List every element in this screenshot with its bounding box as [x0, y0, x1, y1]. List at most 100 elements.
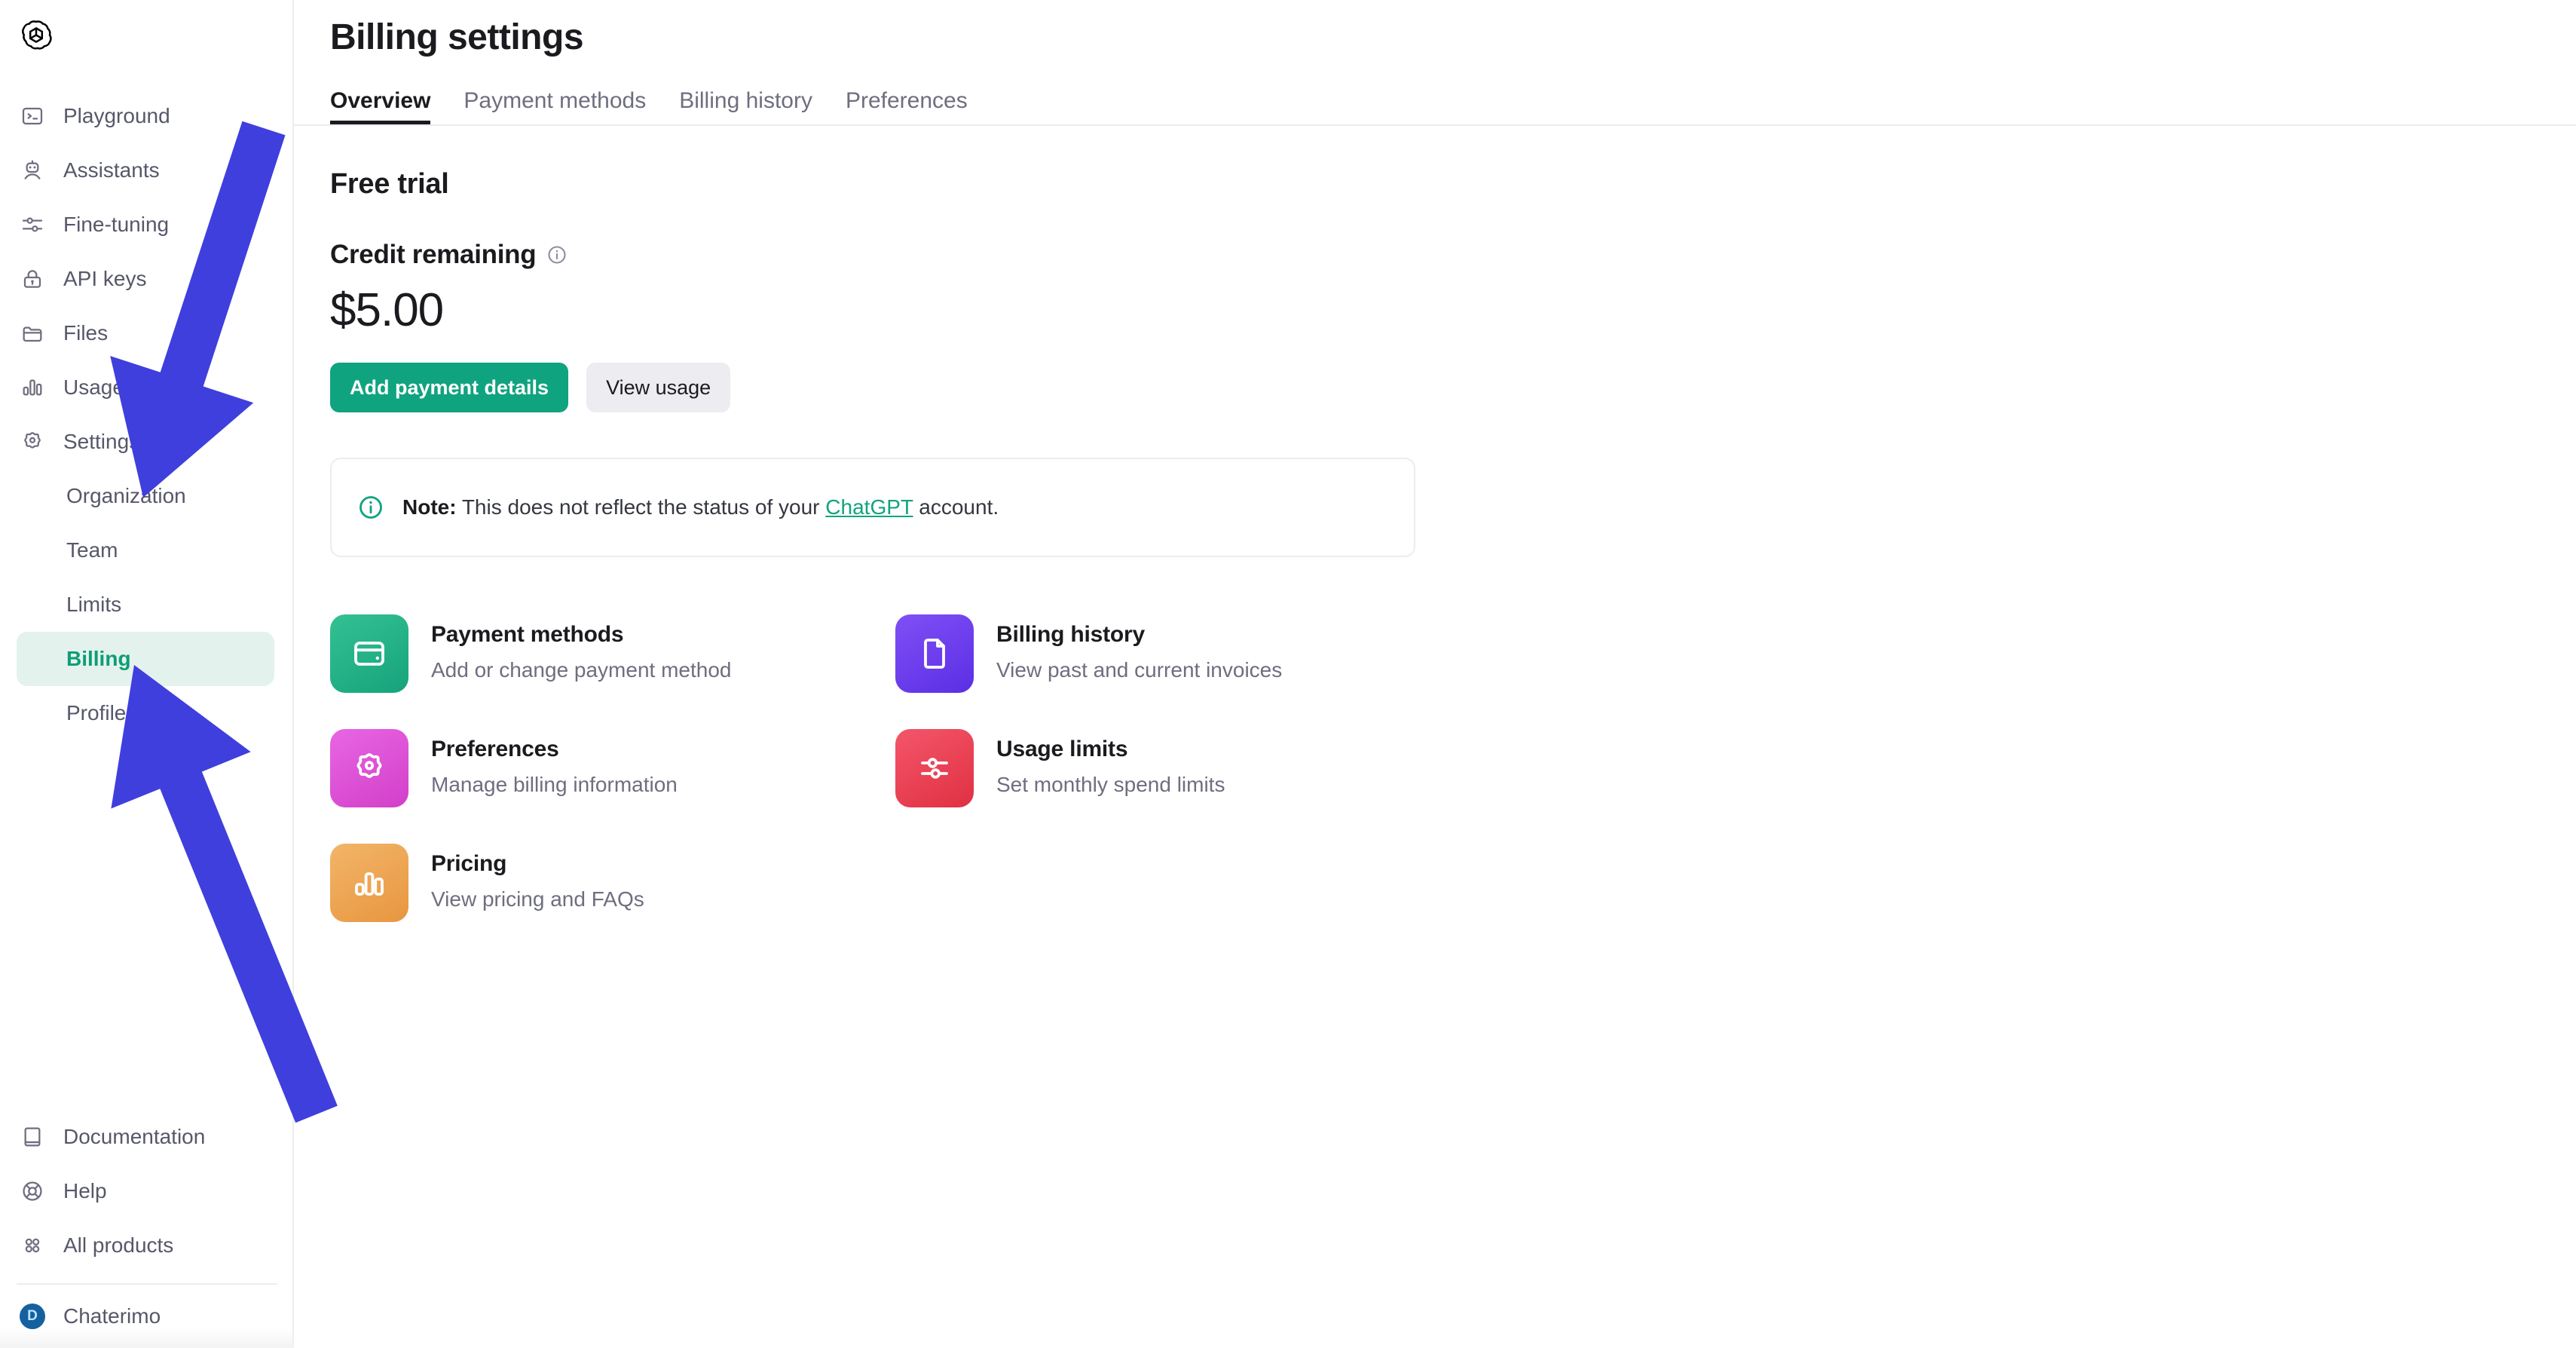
billing-settings-page: Playground Assistants Fine-tuning — [0, 0, 2576, 1348]
note-text-before: This does not reflect the status of your — [457, 495, 826, 519]
card-title: Preferences — [431, 737, 678, 762]
credit-remaining-row: Credit remaining — [330, 240, 2576, 270]
sidebar-item-fine-tuning[interactable]: Fine-tuning — [0, 198, 292, 252]
tab-bar: Overview Payment methods Billing history… — [294, 82, 2576, 124]
main-content: Billing settings Overview Payment method… — [294, 0, 2576, 1348]
sidebar-bottom-nav: Documentation Help All products — [0, 1110, 294, 1348]
tab-payment-methods[interactable]: Payment methods — [463, 90, 646, 124]
api-keys-icon — [20, 266, 45, 292]
openai-logo[interactable] — [0, 0, 292, 56]
files-icon — [20, 320, 45, 346]
sidebar-item-label: Usage — [63, 377, 124, 398]
sidebar-subitem-label: Profile — [66, 701, 126, 725]
sidebar-item-label: Documentation — [63, 1126, 205, 1147]
card-subtitle: Add or change payment method — [431, 658, 731, 682]
tab-label: Payment methods — [463, 88, 646, 113]
card-text: Preferences Manage billing information — [431, 729, 678, 797]
add-payment-details-button[interactable]: Add payment details — [330, 363, 568, 412]
sliders-icon — [895, 729, 974, 807]
sidebar-item-settings[interactable]: Settings — [0, 415, 292, 469]
credit-remaining-label: Credit remaining — [330, 240, 536, 270]
card-subtitle: Set monthly spend limits — [996, 773, 1225, 797]
sidebar-item-label: Playground — [63, 106, 170, 127]
card-usage-limits[interactable]: Usage limits Set monthly spend limits — [895, 729, 1461, 807]
sidebar: Playground Assistants Fine-tuning — [0, 0, 294, 1348]
grid-icon — [20, 1233, 45, 1258]
sidebar-subitem-label: Billing — [66, 647, 131, 671]
sidebar-item-team[interactable]: Team — [17, 523, 274, 577]
sidebar-subitem-label: Organization — [66, 484, 186, 508]
tab-label: Billing history — [679, 88, 812, 113]
sidebar-item-label: Help — [63, 1181, 107, 1202]
book-icon — [20, 1124, 45, 1150]
sidebar-item-limits[interactable]: Limits — [17, 577, 274, 632]
card-text: Pricing View pricing and FAQs — [431, 844, 644, 911]
note-prefix: Note: — [402, 495, 457, 519]
sidebar-item-label: Settings — [63, 431, 139, 452]
chatgpt-link[interactable]: ChatGPT — [825, 495, 913, 519]
credit-card-icon — [330, 614, 408, 693]
card-subtitle: Manage billing information — [431, 773, 678, 797]
sidebar-item-all-products[interactable]: All products — [0, 1218, 294, 1273]
card-title: Payment methods — [431, 622, 731, 648]
sidebar-item-label: API keys — [63, 268, 146, 290]
gear-icon — [330, 729, 408, 807]
sidebar-item-label: Assistants — [63, 160, 160, 181]
fine-tuning-icon — [20, 212, 45, 237]
document-icon — [895, 614, 974, 693]
card-title: Pricing — [431, 851, 644, 877]
plan-heading: Free trial — [330, 168, 2576, 201]
sidebar-item-organization[interactable]: Organization — [17, 469, 274, 523]
sidebar-item-documentation[interactable]: Documentation — [0, 1110, 294, 1164]
card-text: Billing history View past and current in… — [996, 614, 1282, 682]
sidebar-item-label: All products — [63, 1235, 173, 1256]
tab-billing-history[interactable]: Billing history — [679, 90, 812, 124]
shortcut-card-grid: Payment methods Add or change payment me… — [330, 614, 1461, 922]
credit-amount: $5.00 — [330, 283, 2576, 337]
sidebar-item-assistants[interactable]: Assistants — [0, 143, 292, 198]
account-switcher[interactable]: D Chaterimo — [0, 1285, 294, 1348]
card-text: Payment methods Add or change payment me… — [431, 614, 731, 682]
card-subtitle: View past and current invoices — [996, 658, 1282, 682]
action-buttons: Add payment details View usage — [330, 363, 2576, 412]
sidebar-item-label: Files — [63, 323, 108, 344]
bar-chart-icon — [330, 844, 408, 922]
view-usage-button[interactable]: View usage — [586, 363, 730, 412]
card-payment-methods[interactable]: Payment methods Add or change payment me… — [330, 614, 895, 693]
usage-icon — [20, 375, 45, 400]
note-text-after: account. — [913, 495, 999, 519]
card-title: Usage limits — [996, 737, 1225, 762]
tab-preferences[interactable]: Preferences — [846, 90, 968, 124]
sidebar-item-usage[interactable]: Usage — [0, 360, 292, 415]
settings-icon — [20, 429, 45, 455]
sidebar-subitem-label: Team — [66, 538, 118, 562]
sidebar-item-help[interactable]: Help — [0, 1164, 294, 1218]
card-title: Billing history — [996, 622, 1282, 648]
sidebar-item-files[interactable]: Files — [0, 306, 292, 360]
note-banner: Note: This does not reflect the status o… — [330, 458, 1415, 557]
assistants-icon — [20, 158, 45, 183]
card-text: Usage limits Set monthly spend limits — [996, 729, 1225, 797]
card-pricing[interactable]: Pricing View pricing and FAQs — [330, 844, 895, 922]
tab-label: Overview — [330, 88, 430, 113]
sidebar-subitem-label: Limits — [66, 593, 121, 617]
card-subtitle: View pricing and FAQs — [431, 887, 644, 911]
sidebar-item-billing[interactable]: Billing — [17, 632, 274, 686]
overview-panel: Free trial Credit remaining $5.00 Add pa… — [294, 126, 2576, 922]
tab-overview[interactable]: Overview — [330, 90, 430, 124]
lifebuoy-icon — [20, 1178, 45, 1204]
card-preferences[interactable]: Preferences Manage billing information — [330, 729, 895, 807]
note-text: Note: This does not reflect the status o… — [402, 495, 999, 519]
sidebar-item-playground[interactable]: Playground — [0, 89, 292, 143]
avatar: D — [20, 1304, 45, 1329]
card-billing-history[interactable]: Billing history View past and current in… — [895, 614, 1461, 693]
info-icon[interactable] — [546, 244, 568, 265]
sidebar-item-label: Fine-tuning — [63, 214, 169, 235]
sidebar-item-profile[interactable]: Profile — [17, 686, 274, 740]
page-title: Billing settings — [294, 0, 2576, 58]
sidebar-primary-nav: Playground Assistants Fine-tuning — [0, 89, 292, 740]
account-name: Chaterimo — [63, 1306, 161, 1327]
tab-label: Preferences — [846, 88, 968, 113]
sidebar-item-api-keys[interactable]: API keys — [0, 252, 292, 306]
info-circle-icon — [357, 494, 384, 521]
